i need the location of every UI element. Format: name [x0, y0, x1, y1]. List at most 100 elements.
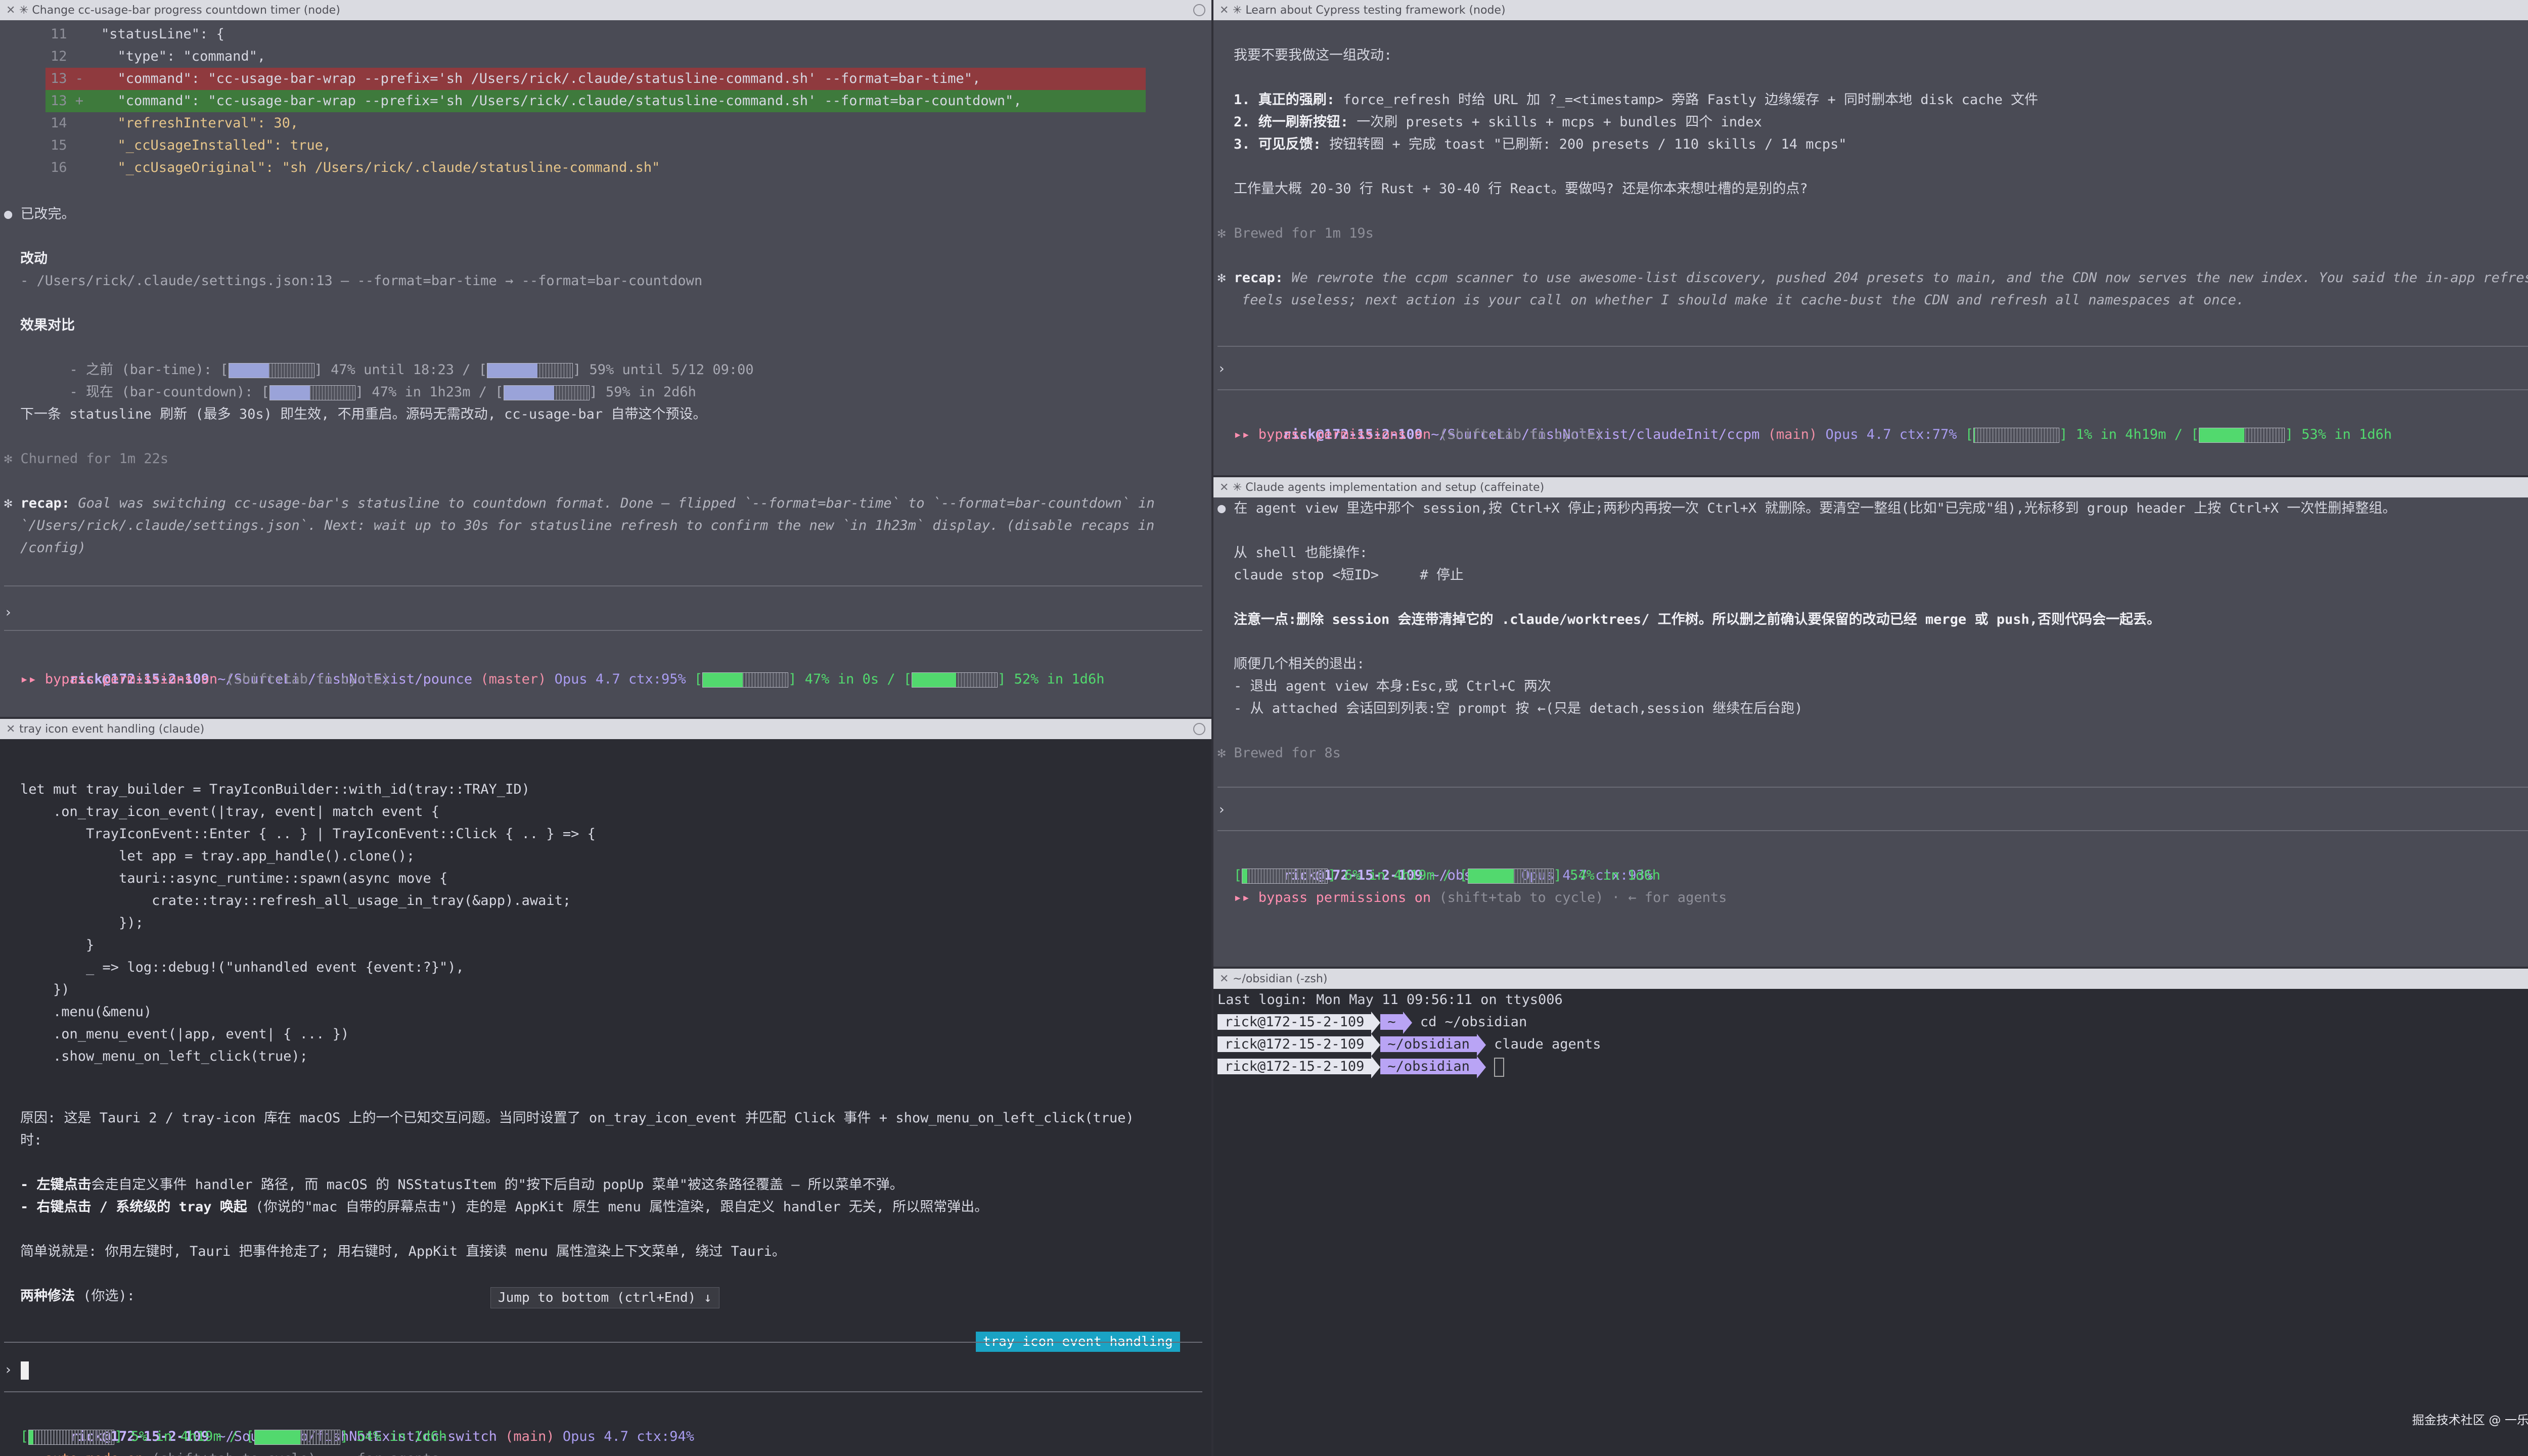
zsh-prompt-row: rick@172-15-2-109 ~ cd ~/obsidian	[1217, 1011, 1527, 1034]
mode-line: ▸▸ bypass permissions on (shift+tab to c…	[1234, 887, 1727, 909]
pane-body: let mut tray_builder = TrayIconBuilder::…	[0, 739, 1211, 1456]
status-usage-2: 54% in 1d6h	[356, 1429, 447, 1444]
terminal-body[interactable]: Last login: Mon May 11 09:56:11 on ttys0…	[1213, 989, 2528, 1456]
status-usage-1: 1% in 4h19m / [	[2075, 427, 2199, 442]
code-line: .on_tray_icon_event(|tray, event| match …	[20, 804, 440, 820]
input-rule-bottom	[4, 630, 1202, 631]
code-line: }	[20, 937, 95, 953]
fix-line: 两种修法 (你选):	[20, 1285, 135, 1307]
progress-bar	[254, 1429, 340, 1445]
summary-line: 简单说就是: 你用左键时, Tauri 把事件抢走了; 用右键时, AppKit…	[20, 1244, 786, 1259]
right-click-label: - 右键点击 / 系统级的 tray 唤起	[20, 1199, 247, 1215]
mode-line: ▸▸ auto mode on (shift+tab to cycle) · ←…	[20, 1448, 439, 1456]
jump-to-bottom-button[interactable]: Jump to bottom (ctrl+End) ↓	[490, 1287, 719, 1308]
after-value-2: ] 59% in 2d6h	[589, 384, 696, 400]
pane-titlebar[interactable]: ✕ tray icon event handling (claude)	[0, 719, 1211, 739]
line-2: 从 shell 也能操作:	[1234, 545, 1368, 561]
next-line: 下一条 statusline 刷新 (最多 30s) 即生效, 不用重启。源码无…	[20, 406, 707, 422]
code-line: "command": "cc-usage-bar-wrap --prefix='…	[101, 71, 981, 86]
churned-line: ✻ Churned for 1m 22s	[4, 451, 169, 467]
right-click-line: - 右键点击 / 系统级的 tray 唤起 (你说的"mac 自带的屏幕点击")…	[20, 1196, 988, 1218]
intro-line: 我要不要我做这一组改动:	[1234, 48, 1392, 63]
pane-titlebar[interactable]: ✕ ~/obsidian (-zsh)	[1213, 969, 2528, 989]
line-6: - 退出 agent view 本身:Esc,或 Ctrl+C 两次	[1234, 678, 1551, 694]
pane-titlebar[interactable]: ✕ ✳ Claude agents implementation and set…	[1213, 477, 2528, 497]
pane-body: 11 "statusLine": {12 "type": "command", 13…	[0, 20, 1211, 717]
mode-toggle[interactable]: ▸▸ bypass permissions on	[1234, 890, 1431, 905]
prompt-input[interactable]: ›	[4, 602, 12, 624]
mode-toggle[interactable]: ▸▸ bypass permissions on	[20, 671, 217, 687]
prompt-dir: ~/obsidian	[1380, 1059, 1477, 1074]
input-rule-top	[1217, 346, 2528, 347]
status-usage-line: [] 6% in 4h19m / [] 54% in 1d6h	[1234, 868, 1660, 884]
code-line: let app = tray.app_handle().clone();	[20, 848, 415, 864]
status-usage-1: 5% in 4h19m / [	[130, 1429, 254, 1444]
recap-line-2: feels useless; next action is your call …	[1242, 292, 2245, 308]
progress-bar	[912, 672, 998, 688]
menu-icon[interactable]	[1193, 723, 1205, 735]
cause-line-2: 时:	[20, 1132, 42, 1148]
powerline-arrow	[1476, 1033, 1486, 1056]
change-line: - /Users/rick/.claude/settings.json:13 —…	[20, 273, 703, 289]
code-line: crate::tray::refresh_all_usage_in_tray(&…	[20, 893, 571, 908]
brewed-line: ✻ Brewed for 1m 19s	[1217, 225, 1374, 241]
effect-heading: 效果对比	[20, 317, 75, 333]
item-2: 2. 统一刷新按钮: 一次刷 presets + skills + mcps +…	[1234, 111, 1762, 133]
code-line: _ => log::debug!("unhandled event {event…	[20, 960, 464, 975]
left-click-line: - 左键点击会走自定义事件 handler 路径, 而 macOS 的 NSSt…	[20, 1174, 904, 1196]
prompt-input[interactable]: ›	[1217, 358, 1226, 380]
status-branch: (master)	[480, 671, 547, 687]
item-2-label: 2. 统一刷新按钮:	[1234, 114, 1349, 130]
fix-label: 两种修法	[20, 1288, 75, 1304]
close-icon[interactable]: ✕	[6, 723, 19, 736]
prompt-input[interactable]: ›	[1217, 799, 1226, 821]
ask-line: 工作量大概 20-30 行 Rust + 30-40 行 React。要做吗? …	[1234, 181, 1808, 197]
status-usage-2: 53% in 1d6h	[2301, 427, 2392, 442]
item-3-label: 3. 可见反馈:	[1234, 136, 1322, 152]
status-usage-1: 47% in 0s / [	[804, 671, 912, 687]
close-icon[interactable]: ✕	[6, 4, 19, 17]
mode-toggle[interactable]: ▸▸ bypass permissions on	[1234, 427, 1431, 442]
progress-bar	[1467, 868, 1554, 884]
prompt-command: claude agents	[1494, 1036, 1601, 1052]
item-3: 3. 可见反馈: 按钮转圈 + 完成 toast "已刷新: 200 prese…	[1234, 133, 1847, 156]
code-line: "statusLine": {	[101, 26, 224, 42]
left-click-label: - 左键点击	[20, 1177, 92, 1193]
zsh-prompt-row: rick@172-15-2-109 ~/obsidian	[1217, 1056, 1505, 1078]
input-rule-bottom	[1217, 830, 2528, 831]
status-model: Opus 4.7 ctx:94%	[562, 1429, 695, 1444]
pane-title: ✳ Learn about Cypress testing framework …	[1233, 4, 1506, 17]
prompt-user: rick@172-15-2-109	[1217, 1059, 1372, 1074]
change-heading: 改动	[20, 251, 48, 266]
line-number: 14	[51, 115, 67, 131]
code-line: .on_menu_event(|app, event| { ... })	[20, 1026, 349, 1042]
close-icon[interactable]: ✕	[1220, 973, 1233, 985]
close-icon[interactable]: ✕	[1220, 481, 1233, 494]
code-line: TrayIconEvent::Enter { .. } | TrayIconEv…	[20, 826, 596, 842]
item-1-label: 1. 真正的强刷:	[1234, 92, 1335, 108]
line-number: 13 -	[51, 71, 84, 86]
prompt-command: cd ~/obsidian	[1420, 1014, 1527, 1030]
pane-titlebar[interactable]: ✕ ✳ Change cc-usage-bar progress countdo…	[0, 0, 1211, 20]
line-number: 13 +	[51, 93, 84, 109]
menu-icon[interactable]	[1193, 4, 1205, 16]
mode-toggle[interactable]: ▸▸ auto mode on	[20, 1451, 144, 1456]
item-2-text: 一次刷 presets + skills + mcps + bundles 四个…	[1348, 114, 1762, 130]
prompt-user: rick@172-15-2-109	[1217, 1036, 1372, 1052]
line-7: - 从 attached 会话回到列表:空 prompt 按 ←(只是 deta…	[1234, 701, 1803, 716]
status-usage-line: [] 5% in 4h19m / [] 54% in 1d6h	[20, 1429, 447, 1445]
status-usage-2: 54% in 1d6h	[1570, 868, 1660, 883]
input-rule-top	[4, 585, 1202, 586]
pane-titlebar[interactable]: ✕ ✳ Learn about Cypress testing framewor…	[1213, 0, 2528, 20]
line-number: 12	[51, 49, 67, 64]
progress-bar	[269, 385, 355, 400]
code-line: let mut tray_builder = TrayIconBuilder::…	[20, 782, 530, 797]
input-rule-bottom	[4, 1391, 1202, 1392]
code-line: });	[20, 915, 144, 931]
prompt-input[interactable]: ›	[4, 1359, 29, 1381]
line-1: ● 在 agent view 里选中那个 session,按 Ctrl+X 停止…	[1217, 500, 2397, 516]
close-icon[interactable]: ✕	[1220, 4, 1233, 17]
status-model: Opus 4.7 ctx:95%	[554, 671, 686, 687]
recap-label: recap:	[20, 495, 70, 511]
right-click-text: (你说的"mac 自带的屏幕点击") 走的是 AppKit 原生 menu 属性…	[255, 1199, 988, 1215]
